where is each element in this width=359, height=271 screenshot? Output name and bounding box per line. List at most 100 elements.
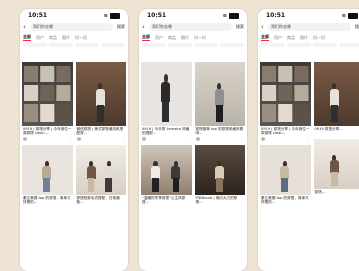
tab-users[interactable]: 用户: [155, 35, 163, 41]
search-button[interactable]: 搜索: [115, 24, 125, 30]
wifi-icon: ≋: [342, 13, 346, 19]
filter-chip[interactable]: [220, 43, 244, 47]
search-input[interactable]: 哥们你去哪: [149, 23, 232, 31]
results-grid: 0919 | 穿搭分享 | 今年首位一周穿搭 clean... ♡ 秦正美德 t…: [260, 62, 359, 271]
card-image: [260, 62, 311, 126]
back-arrow-icon[interactable]: ‹: [142, 23, 147, 31]
card-meta: ♡: [195, 136, 246, 142]
card-image: [314, 62, 359, 126]
search-bar: ‹ 哥们你去哪 搜索: [258, 22, 359, 32]
avatar: [196, 137, 200, 141]
tab-users[interactable]: 用户: [274, 35, 282, 41]
grid-column-left: 0919 | 穿搭分享 | 今年首位一周穿搭 clean... ♡ 秦正美德 t…: [260, 62, 311, 271]
filter-chip[interactable]: [194, 43, 218, 47]
card-caption: 穿搭...: [314, 189, 359, 199]
status-bar: 10:51 ≋: [139, 9, 247, 22]
result-card[interactable]: 0919 | 今天穿 Lemaire 风格的搭配... ♡: [141, 62, 192, 142]
card-caption: 穿搭推荐 top 的穿搭风格好看呀...: [195, 126, 246, 136]
tab-products[interactable]: 商品: [287, 35, 295, 41]
tab-all[interactable]: 全部: [142, 34, 150, 41]
like-icon[interactable]: ♡: [188, 137, 191, 141]
filter-chip[interactable]: [261, 43, 285, 47]
filter-chip[interactable]: [23, 43, 47, 47]
tab-products[interactable]: 商品: [49, 35, 57, 41]
result-card[interactable]: “温暖的冬季穿搭”公主风穿搭...: [141, 145, 192, 205]
result-card[interactable]: 0919 穿搭分享...: [314, 62, 359, 136]
grid-column-right: 0919 穿搭分享... 穿搭...: [314, 62, 359, 271]
tab-all[interactable]: 全部: [261, 34, 269, 41]
search-query: 哥们你去哪: [271, 24, 291, 30]
status-indicators: ≋: [223, 13, 239, 19]
filter-chip[interactable]: [287, 43, 311, 47]
search-bar: ‹ 哥们你去哪 搜索: [139, 22, 247, 32]
back-arrow-icon[interactable]: ‹: [23, 23, 28, 31]
search-button[interactable]: 搜索: [353, 24, 359, 30]
card-image: [195, 62, 246, 126]
search-input[interactable]: 哥们你去哪: [30, 23, 113, 31]
tab-ask[interactable]: 问一问: [194, 35, 206, 41]
search-query: 哥们你去哪: [33, 24, 53, 30]
result-card[interactable]: 穿搭短款毛衣搭配，日常通勤...: [76, 145, 127, 205]
result-card[interactable]: 微信穿搭 | 美式穿搭潮流风搭配穿... ♡: [76, 62, 127, 142]
tab-products[interactable]: 商品: [168, 35, 176, 41]
filter-chips: [139, 42, 247, 48]
card-caption: 秦正美德 top 的穿搭，简单又好看的...: [260, 195, 311, 205]
filter-chip[interactable]: [168, 43, 192, 47]
status-bar: 10:51 ≋: [258, 9, 359, 22]
filter-chips: [258, 42, 359, 48]
filter-chip[interactable]: [339, 43, 359, 47]
card-caption: 0919 | 今天穿 Lemaire 风格的搭配...: [141, 126, 192, 136]
search-button[interactable]: 搜索: [234, 24, 244, 30]
tab-images[interactable]: 图片: [300, 35, 308, 41]
card-caption: 0919 | 穿搭分享 | 今年首位一周穿搭 clean...: [22, 126, 73, 136]
like-icon[interactable]: ♡: [241, 137, 244, 141]
result-card[interactable]: 穿搭推荐 top 的穿搭风格好看呀... ♡: [195, 62, 246, 142]
avatar: [261, 137, 265, 141]
filter-chips: [20, 42, 128, 48]
results-grid: 0919 | 今天穿 Lemaire 风格的搭配... ♡ “温暖的冬季穿搭”公…: [141, 62, 245, 271]
result-tabs: 全部 用户 商品 图片 问一问: [258, 33, 359, 42]
like-icon[interactable]: ♡: [69, 137, 72, 141]
card-image: [195, 145, 246, 195]
result-card[interactable]: 0919 | 穿搭分享 | 今年首位一周穿搭 clean... ♡: [260, 62, 311, 142]
tab-users[interactable]: 用户: [36, 35, 44, 41]
tab-all[interactable]: 全部: [23, 34, 31, 41]
back-arrow-icon[interactable]: ‹: [261, 23, 266, 31]
card-caption: 0919 | 穿搭分享 | 今年首位一周穿搭 clean...: [260, 126, 311, 136]
filter-chip[interactable]: [101, 43, 125, 47]
filter-chip[interactable]: [75, 43, 99, 47]
card-caption: 0919 穿搭分享...: [314, 126, 359, 136]
tab-images[interactable]: 图片: [181, 35, 189, 41]
result-card[interactable]: 穿搭...: [314, 139, 359, 199]
filter-chip[interactable]: [49, 43, 73, 47]
tab-ask[interactable]: 问一问: [313, 35, 325, 41]
status-time: 10:51: [28, 12, 47, 19]
result-card[interactable]: 0919 | 穿搭分享 | 今年首位一周穿搭 clean... ♡: [22, 62, 73, 142]
result-card[interactable]: 秦正美德 top 的穿搭，简单又好看的...: [260, 145, 311, 205]
battery-icon: [348, 13, 358, 19]
card-meta: ♡: [260, 136, 311, 142]
tab-images[interactable]: 图片: [62, 35, 70, 41]
result-card[interactable]: PIDBrand | 简约大方的穿搭...: [195, 145, 246, 205]
card-caption: 微信穿搭 | 美式穿搭潮流风搭配穿...: [76, 126, 127, 136]
filter-chip[interactable]: [313, 43, 337, 47]
result-tabs: 全部 用户 商品 图片 问一问: [20, 33, 128, 42]
card-meta: ♡: [76, 136, 127, 142]
status-time: 10:51: [266, 12, 285, 19]
like-icon[interactable]: ♡: [307, 137, 310, 141]
grid-column-right: 穿搭推荐 top 的穿搭风格好看呀... ♡ PIDBrand | 简约大方的穿…: [195, 62, 246, 271]
card-caption: PIDBrand | 简约大方的穿搭...: [195, 195, 246, 205]
filter-chip[interactable]: [142, 43, 166, 47]
like-icon[interactable]: ♡: [122, 137, 125, 141]
card-caption: 秦正美德 top 的穿搭，简单又好看的...: [22, 195, 73, 205]
wifi-icon: ≋: [223, 13, 227, 19]
result-card[interactable]: 秦正美德 top 的穿搭，简单又好看的...: [22, 145, 73, 205]
card-image: [260, 145, 311, 195]
phone-screen-3: 10:51 ≋ ‹ 哥们你去哪 搜索 全部 用户 商品 图片 问一问: [258, 9, 359, 271]
tab-ask[interactable]: 问一问: [75, 35, 87, 41]
card-image: [314, 139, 359, 189]
phone-screen-2: 10:51 ≋ ‹ 哥们你去哪 搜索 全部 用户 商品 图片 问一问 0919 …: [139, 9, 247, 271]
card-caption: “温暖的冬季穿搭”公主风穿搭...: [141, 195, 192, 205]
status-time: 10:51: [147, 12, 166, 19]
search-input[interactable]: 哥们你去哪: [268, 23, 351, 31]
